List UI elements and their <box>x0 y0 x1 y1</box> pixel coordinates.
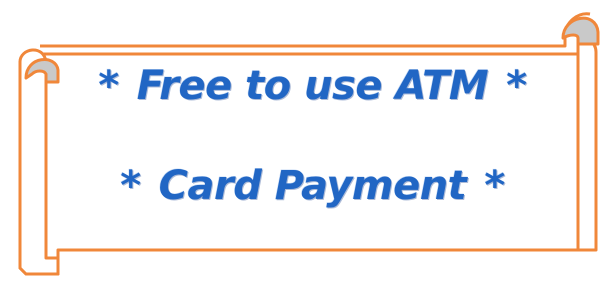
banner-text-2: Card Payment <box>158 163 467 209</box>
scroll-banner: * Free to use ATM * * Card Payment * <box>0 0 605 282</box>
asterisk-right-1: * <box>506 63 527 109</box>
scroll-top-edge <box>40 12 591 48</box>
asterisk-left-2: * <box>120 163 141 209</box>
asterisk-right-2: * <box>484 163 505 209</box>
banner-text-1: Free to use ATM <box>136 63 489 109</box>
asterisk-left-1: * <box>98 63 119 109</box>
banner-line-2: * Card Payment * <box>40 166 585 206</box>
banner-line-1: * Free to use ATM * <box>40 66 585 106</box>
scroll-banner-shape <box>18 12 600 276</box>
